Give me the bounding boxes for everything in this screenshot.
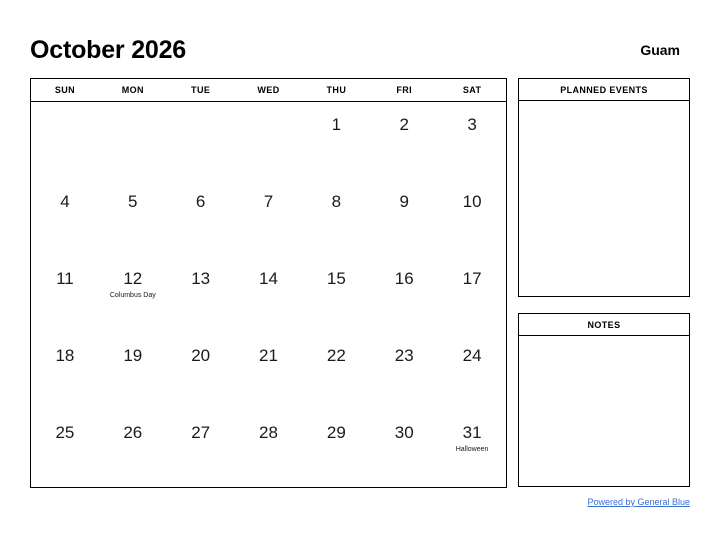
day-of-week-thu: THU [326, 85, 347, 95]
calendar-day-cell[interactable]: 30 [370, 410, 438, 487]
calendar-day-cell[interactable]: 5 [99, 179, 167, 256]
calendar-day-cell[interactable]: 15 [302, 256, 370, 333]
calendar-day-cell[interactable]: 10 [438, 179, 506, 256]
calendar-day-cell[interactable]: 12 Columbus Day [99, 256, 167, 333]
day-number: 25 [55, 423, 75, 442]
calendar-day-cell[interactable]: 19 [99, 333, 167, 410]
calendar-day-cell-empty [167, 102, 235, 179]
calendar-page: October 2026 Guam SUN MON TUE WED THU FRI SAT … [0, 0, 712, 550]
calendar-day-cell[interactable]: 14 [235, 256, 303, 333]
day-number: 24 [462, 346, 482, 365]
day-number: 29 [326, 423, 346, 442]
day-number: 20 [191, 346, 211, 365]
planned-events-panel: PLANNED EVENTS [518, 78, 690, 297]
locality-label: Guam [640, 42, 680, 58]
notes-panel: NOTES [518, 313, 690, 487]
calendar-day-cell[interactable]: 29 [302, 410, 370, 487]
day-number: 18 [55, 346, 75, 365]
calendar-day-cell[interactable]: 13 [167, 256, 235, 333]
day-number: 14 [259, 269, 278, 288]
day-number: 1 [331, 115, 342, 134]
calendar-day-cell[interactable]: 26 [99, 410, 167, 487]
calendar-day-cell-empty [235, 102, 303, 179]
calendar-day-cell[interactable]: 8 [302, 179, 370, 256]
calendar-day-cell-empty [31, 102, 99, 179]
calendar-day-cell[interactable]: 22 [302, 333, 370, 410]
day-number: 26 [123, 423, 143, 442]
day-number: 16 [394, 269, 414, 288]
day-number: 2 [399, 115, 409, 134]
day-number: 19 [123, 346, 143, 365]
day-number: 10 [462, 192, 482, 211]
calendar-week-row: 1 2 3 [31, 102, 506, 179]
day-number: 12 [123, 269, 143, 288]
day-number: 23 [394, 346, 414, 365]
day-number: 6 [195, 192, 206, 211]
footer: Powered by General Blue [430, 497, 690, 507]
day-number: 22 [326, 346, 346, 365]
calendar-day-cell[interactable]: 23 [370, 333, 438, 410]
calendar-day-cell-empty [99, 102, 167, 179]
calendar-day-cell[interactable]: 16 [370, 256, 438, 333]
day-of-week-tue: TUE [191, 85, 211, 95]
calendar-week-row: 25 26 27 28 29 30 31 Halloween [31, 410, 506, 487]
day-number: 17 [462, 269, 482, 288]
calendar-week-row: 4 5 6 7 8 9 10 [31, 179, 506, 256]
calendar-day-cell[interactable]: 25 [31, 410, 99, 487]
day-of-week-wed: WED [257, 85, 280, 95]
powered-by-link[interactable]: Powered by General Blue [587, 497, 690, 507]
calendar-weeks: 1 2 3 4 5 6 7 8 9 10 11 12 Columbus Day 13 14 15 16 17 18 1… [31, 102, 506, 487]
calendar-day-cell[interactable]: 24 [438, 333, 506, 410]
calendar-day-cell[interactable]: 2 [370, 102, 438, 179]
day-number: 31 [462, 423, 482, 442]
page-title: October 2026 [30, 35, 187, 64]
calendar-grid: SUN MON TUE WED THU FRI SAT 1 2 3 4 5 6 7 8 9 10 11 12 Col… [30, 78, 507, 488]
calendar-day-cell[interactable]: 7 [235, 179, 303, 256]
day-number: 11 [56, 269, 74, 288]
calendar-day-cell[interactable]: 28 [235, 410, 303, 487]
day-of-week-header-row: SUN MON TUE WED THU FRI SAT [31, 79, 506, 102]
notes-body[interactable] [519, 336, 689, 486]
day-event-label: Halloween [455, 446, 489, 453]
day-number: 21 [259, 346, 278, 365]
calendar-day-cell[interactable]: 20 [167, 333, 235, 410]
calendar-day-cell[interactable]: 21 [235, 333, 303, 410]
day-number: 5 [128, 192, 138, 211]
calendar-day-cell[interactable]: 6 [167, 179, 235, 256]
day-number: 3 [467, 115, 477, 134]
calendar-day-cell[interactable]: 1 [302, 102, 370, 179]
day-event-label: Columbus Day [109, 292, 156, 299]
day-of-week-fri: FRI [396, 85, 413, 95]
day-number: 30 [394, 423, 414, 442]
calendar-day-cell[interactable]: 11 [31, 256, 99, 333]
day-number: 7 [263, 192, 274, 211]
day-of-week-sun: SUN [54, 85, 76, 95]
planned-events-body[interactable] [519, 101, 689, 296]
day-of-week-mon: MON [121, 85, 144, 95]
day-number: 27 [191, 423, 211, 442]
day-of-week-sat: SAT [462, 85, 482, 95]
day-number: 4 [60, 192, 70, 211]
notes-heading: NOTES [519, 314, 689, 336]
calendar-day-cell[interactable]: 27 [167, 410, 235, 487]
calendar-week-row: 11 12 Columbus Day 13 14 15 16 17 [31, 256, 506, 333]
calendar-day-cell[interactable]: 9 [370, 179, 438, 256]
day-number: 13 [191, 269, 211, 288]
day-number: 28 [259, 423, 278, 442]
day-number: 15 [326, 269, 346, 288]
day-number: 8 [331, 192, 342, 211]
calendar-day-cell[interactable]: 31 Halloween [438, 410, 506, 487]
calendar-week-row: 18 19 20 21 22 23 24 [31, 333, 506, 410]
calendar-day-cell[interactable]: 3 [438, 102, 506, 179]
calendar-day-cell[interactable]: 17 [438, 256, 506, 333]
day-number: 9 [399, 192, 409, 211]
planned-events-heading: PLANNED EVENTS [519, 79, 689, 101]
page-header: October 2026 Guam [30, 30, 682, 70]
calendar-day-cell[interactable]: 18 [31, 333, 99, 410]
calendar-day-cell[interactable]: 4 [31, 179, 99, 256]
